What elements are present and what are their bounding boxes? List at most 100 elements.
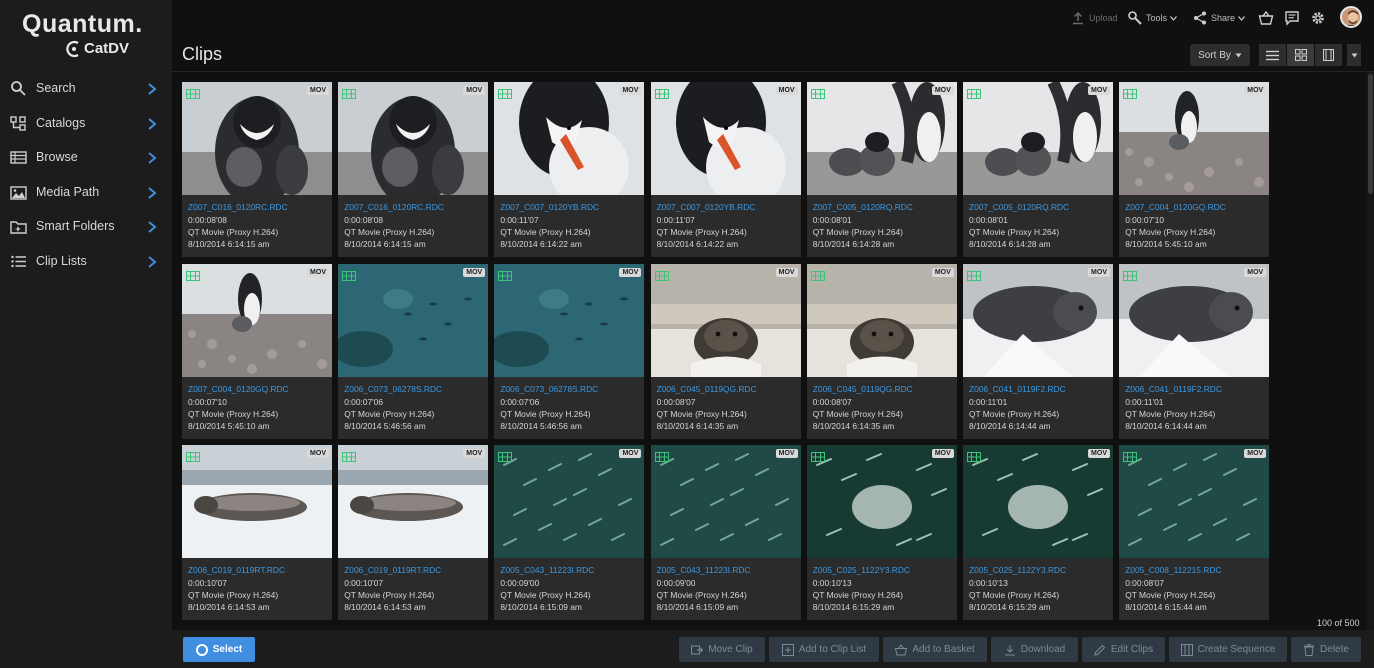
clip-card[interactable]: MOV Z006_C073_06278S.RDC 0:00:07'06 QT M… <box>494 263 645 439</box>
basket-icon[interactable] <box>1258 10 1274 26</box>
clip-thumbnail[interactable]: MOV <box>182 263 332 377</box>
sidebar-nav: Search Catalogs Browse Media Path Smart <box>0 71 172 278</box>
clip-card[interactable]: MOV Z007_C004_0120GQ.RDC 0:00:07'10 QT M… <box>182 263 332 439</box>
clip-card[interactable]: MOV Z006_C019_0119RT.RDC 0:00:10'07 QT M… <box>182 445 332 620</box>
clip-card[interactable]: MOV Z005_C043_11223I.RDC 0:00:09'00 QT M… <box>494 445 645 620</box>
clip-duration: 0:00:11'07 <box>500 215 539 225</box>
clip-card[interactable]: MOV Z007_C007_0120YB.RDC 0:00:11'07 QT M… <box>494 82 645 257</box>
clip-name-link[interactable]: Z007_C007_0120YB.RDC <box>657 202 756 212</box>
clip-name-link[interactable]: Z007_C005_0120RQ.RDC <box>813 202 913 212</box>
clip-name-link[interactable]: Z007_C016_0120RC.RDC <box>188 202 288 212</box>
clip-card[interactable]: MOV Z007_C016_0120RC.RDC 0:00:08'08 QT M… <box>182 82 332 257</box>
clip-card[interactable]: MOV Z005_C025_1122Y3.RDC 0:00:10'13 QT M… <box>963 445 1113 620</box>
clip-media-type: QT Movie (Proxy H.264) <box>500 227 591 237</box>
scrollbar-thumb[interactable] <box>1368 74 1373 194</box>
create-sequence-button[interactable]: Create Sequence <box>1169 637 1287 662</box>
clip-thumbnail[interactable]: MOV <box>650 445 801 558</box>
clip-name-link[interactable]: Z007_C016_0120RC.RDC <box>344 202 444 212</box>
sidebar-item-clip-lists[interactable]: Clip Lists <box>0 244 172 279</box>
clip-name-link[interactable]: Z006_C045_0119QG.RDC <box>657 384 757 394</box>
clip-card[interactable]: MOV Z006_C019_0119RT.RDC 0:00:10'07 QT M… <box>338 445 489 620</box>
grid-view-button[interactable] <box>1287 44 1314 66</box>
clip-thumbnail[interactable]: MOV <box>806 82 957 195</box>
clip-name-link[interactable]: Z007_C007_0120YB.RDC <box>500 202 599 212</box>
avatar[interactable] <box>1340 6 1362 28</box>
clip-card[interactable]: MOV Z006_C045_0119QG.RDC 0:00:08'07 QT M… <box>806 263 957 439</box>
clip-card[interactable]: MOV Z005_C025_1122Y3.RDC 0:00:10'13 QT M… <box>806 445 957 620</box>
upload-button[interactable]: Upload <box>1070 8 1118 28</box>
sort-by-dropdown[interactable]: Sort By <box>1190 44 1250 66</box>
clip-name-link[interactable]: Z006_C019_0119RT.RDC <box>344 565 441 575</box>
clip-name-link[interactable]: Z005_C043_11223I.RDC <box>500 565 594 575</box>
tools-menu[interactable]: Tools <box>1127 8 1177 28</box>
clip-name-link[interactable]: Z005_C043_11223I.RDC <box>657 565 751 575</box>
clip-media-type: QT Movie (Proxy H.264) <box>1125 408 1216 419</box>
clip-thumbnail[interactable]: MOV <box>806 445 957 558</box>
clip-thumbnail[interactable]: MOV <box>806 263 957 377</box>
edit-clips-button[interactable]: Edit Clips <box>1082 637 1165 662</box>
clip-name-link[interactable]: Z007_C004_0120GQ.RDC <box>1125 202 1226 212</box>
messages-icon[interactable] <box>1284 10 1300 26</box>
clip-thumbnail[interactable]: MOV <box>182 82 332 195</box>
thumbnail-image <box>963 82 1113 195</box>
clip-card[interactable]: MOV Z007_C005_0120RQ.RDC 0:00:08'01 QT M… <box>963 82 1113 257</box>
clip-name-link[interactable]: Z006_C041_0119F2.RDC <box>969 384 1066 394</box>
thumbnail-image <box>1119 445 1270 558</box>
format-badge: MOV <box>619 449 642 458</box>
clip-name-link[interactable]: Z005_C008_112215.RDC <box>1125 565 1221 575</box>
clip-card[interactable]: MOV Z005_C008_112215.RDC 0:00:08'07 QT M… <box>1119 445 1270 620</box>
clip-card[interactable]: MOV Z007_C016_0120RC.RDC 0:00:08'08 QT M… <box>338 82 489 257</box>
sidebar-item-media-path[interactable]: Media Path <box>0 175 172 210</box>
clip-thumbnail[interactable]: MOV <box>1119 445 1270 558</box>
filmstrip-view-button[interactable] <box>1315 44 1342 66</box>
clip-thumbnail[interactable]: MOV <box>650 263 801 377</box>
clip-thumbnail[interactable]: MOV <box>963 263 1113 377</box>
clip-thumbnail[interactable]: MOV <box>338 445 489 558</box>
clip-thumbnail[interactable]: MOV <box>494 445 645 558</box>
format-badge: MOV <box>1244 449 1267 458</box>
clip-card[interactable]: MOV Z006_C041_0119F2.RDC 0:00:11'01 QT M… <box>963 263 1113 439</box>
clip-name-link[interactable]: Z006_C045_0119QG.RDC <box>813 384 913 394</box>
clip-name-link[interactable]: Z007_C004_0120GQ.RDC <box>188 384 289 394</box>
select-button[interactable]: Select <box>183 637 255 662</box>
clip-card[interactable]: MOV Z007_C007_0120YB.RDC 0:00:11'07 QT M… <box>650 82 801 257</box>
clip-card[interactable]: MOV Z006_C041_0119F2.RDC 0:00:11'01 QT M… <box>1119 263 1270 439</box>
delete-button[interactable]: Delete <box>1291 637 1361 662</box>
clip-thumbnail[interactable]: MOV <box>963 82 1113 195</box>
clip-card[interactable]: MOV Z007_C004_0120GQ.RDC 0:00:07'10 QT M… <box>1119 82 1270 257</box>
clip-thumbnail[interactable]: MOV <box>1119 263 1270 377</box>
add-to-clip-list-button[interactable]: Add to Clip List <box>769 637 879 662</box>
clip-thumbnail[interactable]: MOV <box>963 445 1113 558</box>
clip-name-link[interactable]: Z005_C025_1122Y3.RDC <box>969 565 1066 575</box>
clip-name-link[interactable]: Z006_C073_06278S.RDC <box>344 384 442 394</box>
add-to-basket-button[interactable]: Add to Basket <box>883 637 987 662</box>
sidebar-item-smart-folders[interactable]: Smart Folders <box>0 209 172 244</box>
sidebar-item-catalogs[interactable]: Catalogs <box>0 106 172 141</box>
circle-icon <box>195 643 208 656</box>
clip-duration: 0:00:08'07 <box>1125 578 1165 588</box>
list-view-button[interactable] <box>1259 44 1286 66</box>
clip-thumbnail[interactable]: MOV <box>494 263 645 377</box>
clip-thumbnail[interactable]: MOV <box>338 263 489 377</box>
clip-name-link[interactable]: Z006_C041_0119F2.RDC <box>1125 384 1222 394</box>
sidebar-item-search[interactable]: Search <box>0 71 172 106</box>
move-clip-button[interactable]: Move Clip <box>679 637 765 662</box>
clip-thumbnail[interactable]: MOV <box>1119 82 1270 195</box>
clip-thumbnail[interactable]: MOV <box>338 82 489 195</box>
clip-name-link[interactable]: Z005_C025_1122Y3.RDC <box>813 565 910 575</box>
sidebar-item-browse[interactable]: Browse <box>0 140 172 175</box>
clip-card[interactable]: MOV Z005_C043_11223I.RDC 0:00:09'00 QT M… <box>650 445 801 620</box>
clip-name-link[interactable]: Z006_C019_0119RT.RDC <box>188 565 285 575</box>
clip-card[interactable]: MOV Z006_C073_06278S.RDC 0:00:07'06 QT M… <box>338 263 489 439</box>
gear-icon[interactable] <box>1310 10 1326 26</box>
clip-thumbnail[interactable]: MOV <box>494 82 645 195</box>
download-button[interactable]: Download <box>991 637 1078 662</box>
clip-card[interactable]: MOV Z006_C045_0119QG.RDC 0:00:08'07 QT M… <box>650 263 801 439</box>
clip-card[interactable]: MOV Z007_C005_0120RQ.RDC 0:00:08'01 QT M… <box>806 82 957 257</box>
share-menu[interactable]: Share <box>1192 8 1245 28</box>
view-options-button[interactable] <box>1347 44 1361 66</box>
clip-thumbnail[interactable]: MOV <box>182 445 332 558</box>
clip-name-link[interactable]: Z007_C005_0120RQ.RDC <box>969 202 1069 212</box>
clip-name-link[interactable]: Z006_C073_06278S.RDC <box>500 384 598 394</box>
clip-thumbnail[interactable]: MOV <box>650 82 801 195</box>
